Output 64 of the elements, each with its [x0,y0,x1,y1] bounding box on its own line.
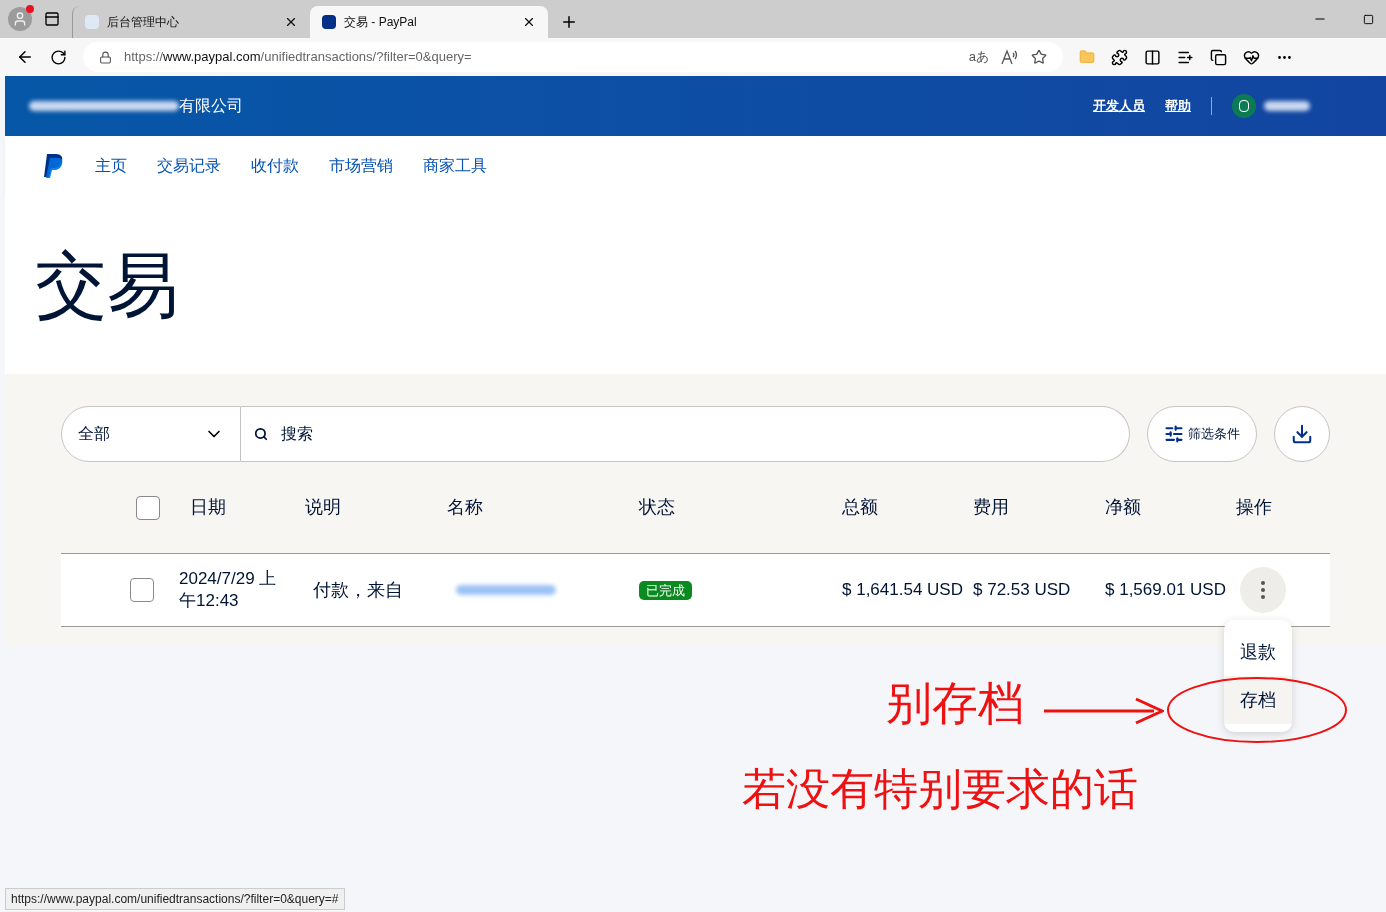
status-bar: https://www.paypal.com/unifiedtransactions/?filter=0&query=# [5,888,345,910]
favorite-icon[interactable] [1031,49,1047,65]
tab-title: 交易 - PayPal [344,14,418,31]
column-header: 状态 [639,496,676,519]
search-field[interactable]: 搜索 [241,406,1130,462]
account-avatar[interactable] [1232,94,1256,118]
reload-icon[interactable] [50,48,67,66]
page-title: 交易 [35,249,179,321]
table-cell-text: $ 1,569.01 USD [1105,579,1227,602]
kebab-icon [1261,581,1265,599]
type-dropdown[interactable]: 全部 [61,406,241,462]
column-header: 操作 [1236,496,1273,519]
split-screen-icon[interactable] [1144,48,1161,66]
search-icon [254,427,268,441]
nav-link[interactable]: 主页 [95,154,127,178]
download-button[interactable] [1274,406,1330,462]
nav-link[interactable]: 商家工具 [423,154,487,178]
collections-icon[interactable] [1210,48,1227,66]
profile-icon[interactable] [8,7,32,31]
site-icon [322,15,336,29]
menu-item[interactable]: 退款 [1224,628,1292,676]
column-header: 说明 [305,496,342,519]
download-icon [1291,423,1313,445]
tab-title: 后台管理中心 [107,14,180,31]
column-header: 费用 [973,496,1010,519]
checkbox[interactable] [136,495,160,520]
table-cell-text: $ 1,641.54 USD [842,579,964,602]
annotation-label: 别存档 [886,680,1024,726]
table-cell-text: $ 72.53 USD [973,579,1072,602]
translate-icon[interactable]: aあ [968,47,989,67]
nav-link[interactable]: 市场营销 [329,154,393,178]
new-tab-icon[interactable] [560,13,578,31]
nav-link[interactable]: 收付款 [251,154,299,178]
extensions-icon[interactable] [1111,48,1128,66]
header-link[interactable]: 帮助 [1165,96,1191,116]
lock-icon [99,50,112,64]
checkbox[interactable] [130,578,154,602]
redacted-text [1264,101,1310,111]
table-cell-text: 付款，来自 [312,578,404,602]
sliders-icon [1164,424,1184,444]
health-icon[interactable] [1243,48,1260,66]
status-badge: 已完成 [639,581,692,600]
url-text: https://www.paypal.com/unifiedtransactions/?filter=0&query= [124,48,473,67]
close-icon[interactable] [284,15,298,29]
paypal-logo[interactable] [43,153,65,179]
back-icon[interactable] [16,48,34,66]
maximize-icon[interactable] [1363,13,1374,25]
column-header: 日期 [189,496,227,519]
site-icon [85,15,99,29]
column-header: 净额 [1105,496,1142,519]
address-bar[interactable]: https://www.paypal.com/unifiedtransactions/?filter=0&query= aあ [83,42,1063,72]
close-icon[interactable] [522,15,536,29]
header-link[interactable]: 开发人员 [1093,96,1145,116]
filter-button[interactable]: 筛选条件 [1147,406,1257,462]
menu-item[interactable]: 存档 [1224,676,1292,724]
read-aloud-icon[interactable] [1001,49,1019,65]
column-header: 总额 [842,496,879,519]
browser-tab[interactable]: 交易 - PayPal [310,6,548,38]
column-header: 名称 [447,496,484,519]
nav-link[interactable]: 交易记录 [157,154,221,178]
annotation-note: 若没有特别要求的话 [742,767,1138,811]
company-name: 有限公司 [179,96,243,116]
tab-actions-icon[interactable] [44,11,60,27]
table-cell-text: 2024/7/29 上午12:43 [178,568,278,612]
